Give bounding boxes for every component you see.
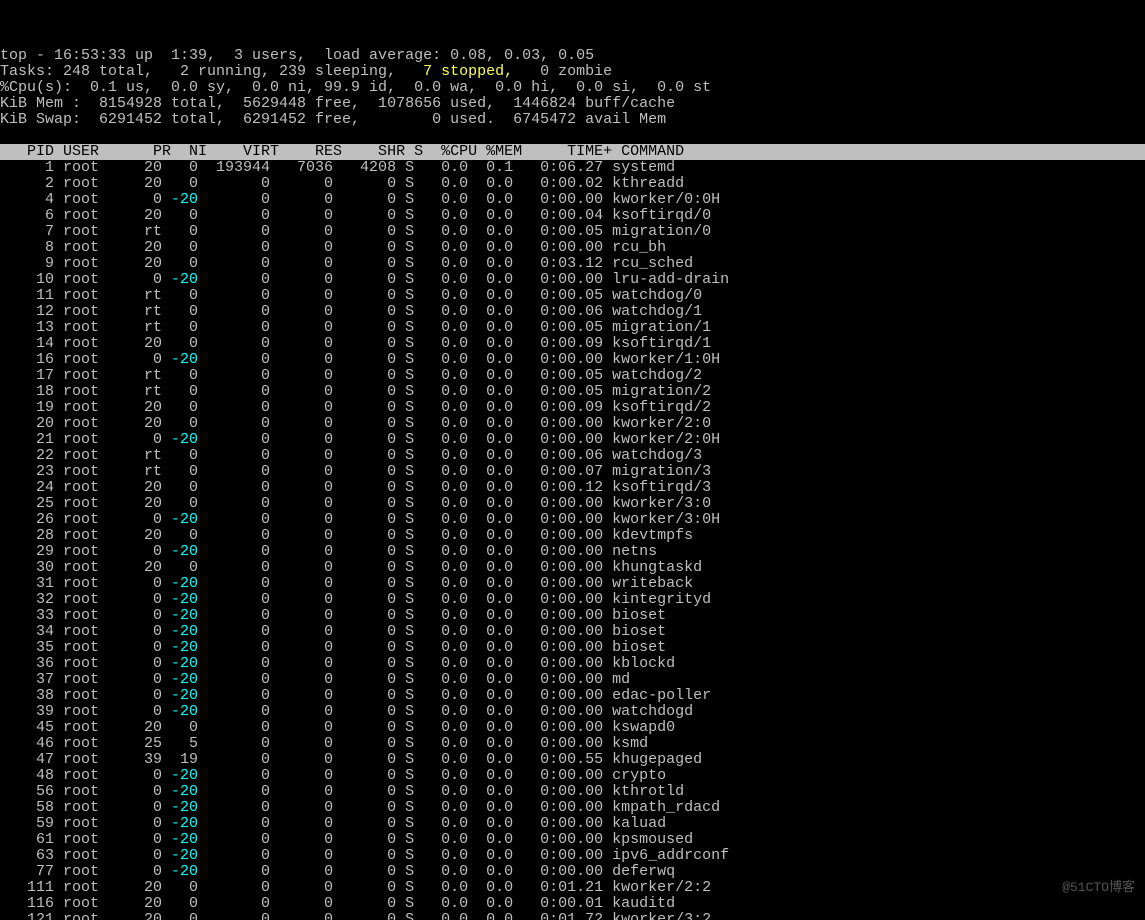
summary-mem: KiB Mem : 8154928 total, 5629448 free, 1… bbox=[0, 96, 1145, 112]
process-row: 34 root 0 -20 0 0 0 S 0.0 0.0 0:00.00 bi… bbox=[0, 624, 1145, 640]
process-row: 16 root 0 -20 0 0 0 S 0.0 0.0 0:00.00 kw… bbox=[0, 352, 1145, 368]
process-row: 116 root 20 0 0 0 0 S 0.0 0.0 0:00.01 ka… bbox=[0, 896, 1145, 912]
process-row: 59 root 0 -20 0 0 0 S 0.0 0.0 0:00.00 ka… bbox=[0, 816, 1145, 832]
process-row: 2 root 20 0 0 0 0 S 0.0 0.0 0:00.02 kthr… bbox=[0, 176, 1145, 192]
process-row: 47 root 39 19 0 0 0 S 0.0 0.0 0:00.55 kh… bbox=[0, 752, 1145, 768]
watermark: @51CTO博客 bbox=[1062, 880, 1135, 896]
process-row: 8 root 20 0 0 0 0 S 0.0 0.0 0:00.00 rcu_… bbox=[0, 240, 1145, 256]
process-row: 56 root 0 -20 0 0 0 S 0.0 0.0 0:00.00 kt… bbox=[0, 784, 1145, 800]
process-row: 29 root 0 -20 0 0 0 S 0.0 0.0 0:00.00 ne… bbox=[0, 544, 1145, 560]
process-row: 35 root 0 -20 0 0 0 S 0.0 0.0 0:00.00 bi… bbox=[0, 640, 1145, 656]
process-row: 25 root 20 0 0 0 0 S 0.0 0.0 0:00.00 kwo… bbox=[0, 496, 1145, 512]
summary-cpu: %Cpu(s): 0.1 us, 0.0 sy, 0.0 ni, 99.9 id… bbox=[0, 80, 1145, 96]
process-row: 77 root 0 -20 0 0 0 S 0.0 0.0 0:00.00 de… bbox=[0, 864, 1145, 880]
process-row: 121 root 20 0 0 0 0 S 0.0 0.0 0:01.72 kw… bbox=[0, 912, 1145, 920]
process-row: 1 root 20 0 193944 7036 4208 S 0.0 0.1 0… bbox=[0, 160, 1145, 176]
process-row: 37 root 0 -20 0 0 0 S 0.0 0.0 0:00.00 md bbox=[0, 672, 1145, 688]
process-row: 23 root rt 0 0 0 0 S 0.0 0.0 0:00.07 mig… bbox=[0, 464, 1145, 480]
process-row: 12 root rt 0 0 0 0 S 0.0 0.0 0:00.06 wat… bbox=[0, 304, 1145, 320]
process-row: 33 root 0 -20 0 0 0 S 0.0 0.0 0:00.00 bi… bbox=[0, 608, 1145, 624]
process-row: 58 root 0 -20 0 0 0 S 0.0 0.0 0:00.00 km… bbox=[0, 800, 1145, 816]
process-row: 14 root 20 0 0 0 0 S 0.0 0.0 0:00.09 kso… bbox=[0, 336, 1145, 352]
process-row: 4 root 0 -20 0 0 0 S 0.0 0.0 0:00.00 kwo… bbox=[0, 192, 1145, 208]
process-row: 30 root 20 0 0 0 0 S 0.0 0.0 0:00.00 khu… bbox=[0, 560, 1145, 576]
process-row: 61 root 0 -20 0 0 0 S 0.0 0.0 0:00.00 kp… bbox=[0, 832, 1145, 848]
process-row: 31 root 0 -20 0 0 0 S 0.0 0.0 0:00.00 wr… bbox=[0, 576, 1145, 592]
process-row: 46 root 25 5 0 0 0 S 0.0 0.0 0:00.00 ksm… bbox=[0, 736, 1145, 752]
column-header: PID USER PR NI VIRT RES SHR S %CPU %MEM … bbox=[0, 144, 1145, 160]
process-row: 22 root rt 0 0 0 0 S 0.0 0.0 0:00.06 wat… bbox=[0, 448, 1145, 464]
process-row: 13 root rt 0 0 0 0 S 0.0 0.0 0:00.05 mig… bbox=[0, 320, 1145, 336]
process-row: 48 root 0 -20 0 0 0 S 0.0 0.0 0:00.00 cr… bbox=[0, 768, 1145, 784]
process-row: 7 root rt 0 0 0 0 S 0.0 0.0 0:00.05 migr… bbox=[0, 224, 1145, 240]
process-row: 36 root 0 -20 0 0 0 S 0.0 0.0 0:00.00 kb… bbox=[0, 656, 1145, 672]
process-row: 18 root rt 0 0 0 0 S 0.0 0.0 0:00.05 mig… bbox=[0, 384, 1145, 400]
process-row: 9 root 20 0 0 0 0 S 0.0 0.0 0:03.12 rcu_… bbox=[0, 256, 1145, 272]
process-row: 63 root 0 -20 0 0 0 S 0.0 0.0 0:00.00 ip… bbox=[0, 848, 1145, 864]
summary-swap: KiB Swap: 6291452 total, 6291452 free, 0… bbox=[0, 112, 1145, 128]
process-row: 17 root rt 0 0 0 0 S 0.0 0.0 0:00.05 wat… bbox=[0, 368, 1145, 384]
process-row: 19 root 20 0 0 0 0 S 0.0 0.0 0:00.09 kso… bbox=[0, 400, 1145, 416]
process-row: 20 root 20 0 0 0 0 S 0.0 0.0 0:00.00 kwo… bbox=[0, 416, 1145, 432]
process-row: 24 root 20 0 0 0 0 S 0.0 0.0 0:00.12 kso… bbox=[0, 480, 1145, 496]
blank-line bbox=[0, 128, 1145, 144]
process-row: 28 root 20 0 0 0 0 S 0.0 0.0 0:00.00 kde… bbox=[0, 528, 1145, 544]
process-row: 39 root 0 -20 0 0 0 S 0.0 0.0 0:00.00 wa… bbox=[0, 704, 1145, 720]
terminal-output[interactable]: top - 16:53:33 up 1:39, 3 users, load av… bbox=[0, 48, 1145, 920]
process-row: 45 root 20 0 0 0 0 S 0.0 0.0 0:00.00 ksw… bbox=[0, 720, 1145, 736]
summary-tasks: Tasks: 248 total, 2 running, 239 sleepin… bbox=[0, 64, 1145, 80]
process-row: 38 root 0 -20 0 0 0 S 0.0 0.0 0:00.00 ed… bbox=[0, 688, 1145, 704]
process-row: 21 root 0 -20 0 0 0 S 0.0 0.0 0:00.00 kw… bbox=[0, 432, 1145, 448]
summary-uptime: top - 16:53:33 up 1:39, 3 users, load av… bbox=[0, 48, 1145, 64]
process-row: 26 root 0 -20 0 0 0 S 0.0 0.0 0:00.00 kw… bbox=[0, 512, 1145, 528]
process-row: 32 root 0 -20 0 0 0 S 0.0 0.0 0:00.00 ki… bbox=[0, 592, 1145, 608]
process-row: 6 root 20 0 0 0 0 S 0.0 0.0 0:00.04 ksof… bbox=[0, 208, 1145, 224]
process-row: 111 root 20 0 0 0 0 S 0.0 0.0 0:01.21 kw… bbox=[0, 880, 1145, 896]
process-row: 10 root 0 -20 0 0 0 S 0.0 0.0 0:00.00 lr… bbox=[0, 272, 1145, 288]
process-row: 11 root rt 0 0 0 0 S 0.0 0.0 0:00.05 wat… bbox=[0, 288, 1145, 304]
